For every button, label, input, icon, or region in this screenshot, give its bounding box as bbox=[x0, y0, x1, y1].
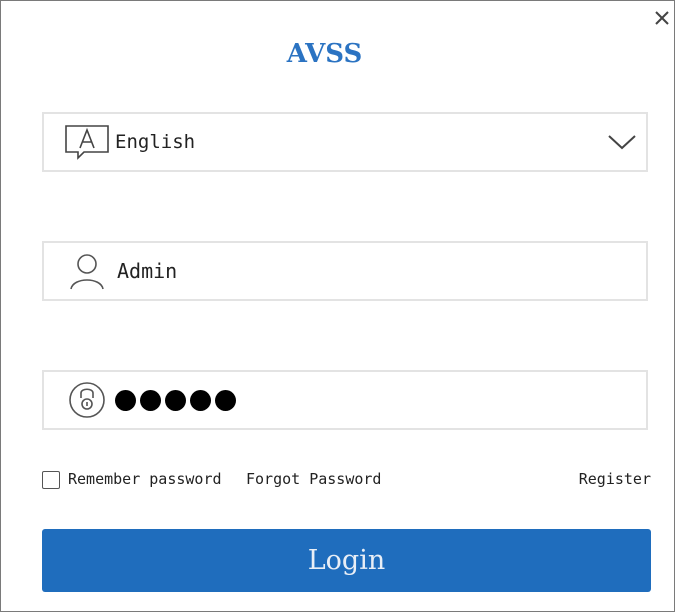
password-mask bbox=[115, 389, 236, 411]
close-button[interactable] bbox=[651, 7, 673, 29]
register-link[interactable]: Register bbox=[579, 470, 651, 488]
password-field[interactable] bbox=[42, 370, 648, 430]
user-icon bbox=[70, 254, 104, 290]
close-icon bbox=[655, 11, 669, 25]
password-dot bbox=[115, 389, 136, 411]
username-value: Admin bbox=[117, 259, 178, 283]
app-title: AVSS bbox=[286, 39, 363, 69]
language-icon bbox=[65, 125, 109, 160]
chevron-down-icon bbox=[608, 135, 636, 150]
login-dialog: AVSS English Admin Remember password For… bbox=[0, 0, 675, 612]
lock-icon bbox=[69, 382, 105, 418]
language-value: English bbox=[115, 131, 196, 153]
options-row: Remember password Forgot Password Regist… bbox=[42, 469, 651, 491]
password-dot bbox=[190, 389, 211, 411]
login-button[interactable]: Login bbox=[42, 529, 651, 592]
remember-password-label[interactable]: Remember password bbox=[68, 470, 222, 488]
password-dot bbox=[215, 389, 236, 411]
language-select[interactable]: English bbox=[42, 112, 648, 172]
password-dot bbox=[165, 389, 186, 411]
username-field[interactable]: Admin bbox=[42, 241, 648, 301]
remember-password-checkbox[interactable] bbox=[42, 471, 60, 489]
password-dot bbox=[140, 389, 161, 411]
forgot-password-link[interactable]: Forgot Password bbox=[246, 470, 381, 488]
language-dropdown-toggle[interactable] bbox=[606, 128, 638, 156]
